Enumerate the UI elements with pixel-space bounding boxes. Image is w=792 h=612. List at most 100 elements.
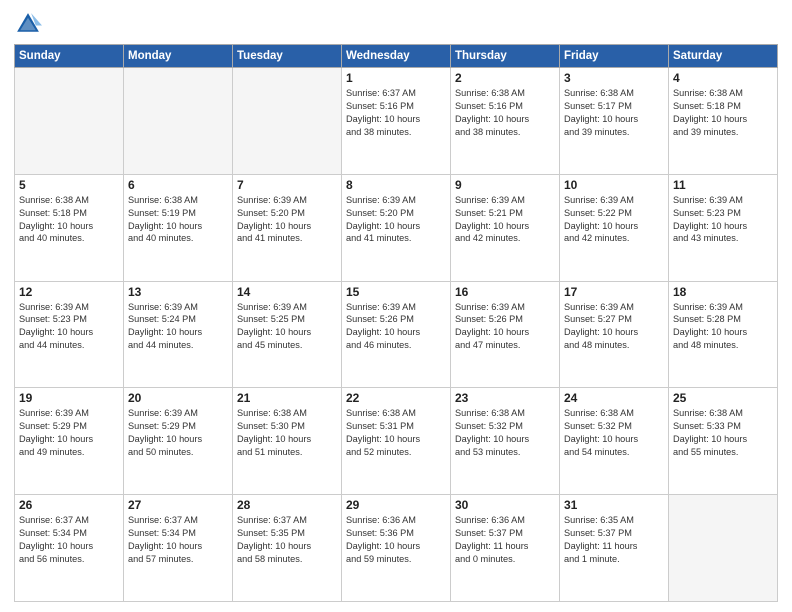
col-header-monday: Monday <box>124 45 233 68</box>
week-row-5: 26 Sunrise: 6:37 AMSunset: 5:34 PMDayligh… <box>15 495 778 602</box>
day-info: Sunrise: 6:37 AMSunset: 5:35 PMDaylight:… <box>237 514 337 566</box>
day-number: 16 <box>455 285 555 299</box>
day-info: Sunrise: 6:38 AMSunset: 5:17 PMDaylight:… <box>564 87 664 139</box>
logo-icon <box>14 10 42 38</box>
calendar: SundayMondayTuesdayWednesdayThursdayFrid… <box>14 44 778 602</box>
day-number: 27 <box>128 498 228 512</box>
calendar-cell: 26 Sunrise: 6:37 AMSunset: 5:34 PMDayligh… <box>15 495 124 602</box>
calendar-cell: 24 Sunrise: 6:38 AMSunset: 5:32 PMDayligh… <box>560 388 669 495</box>
day-number: 22 <box>346 391 446 405</box>
calendar-cell: 21 Sunrise: 6:38 AMSunset: 5:30 PMDayligh… <box>233 388 342 495</box>
day-info: Sunrise: 6:38 AMSunset: 5:32 PMDaylight:… <box>564 407 664 459</box>
day-number: 21 <box>237 391 337 405</box>
calendar-cell: 4 Sunrise: 6:38 AMSunset: 5:18 PMDaylight… <box>669 68 778 175</box>
day-number: 25 <box>673 391 773 405</box>
day-number: 30 <box>455 498 555 512</box>
col-header-sunday: Sunday <box>15 45 124 68</box>
calendar-header-row: SundayMondayTuesdayWednesdayThursdayFrid… <box>15 45 778 68</box>
day-number: 23 <box>455 391 555 405</box>
day-info: Sunrise: 6:37 AMSunset: 5:34 PMDaylight:… <box>128 514 228 566</box>
calendar-cell: 10 Sunrise: 6:39 AMSunset: 5:22 PMDayligh… <box>560 174 669 281</box>
calendar-cell: 11 Sunrise: 6:39 AMSunset: 5:23 PMDayligh… <box>669 174 778 281</box>
page: SundayMondayTuesdayWednesdayThursdayFrid… <box>0 0 792 612</box>
day-number: 26 <box>19 498 119 512</box>
day-number: 8 <box>346 178 446 192</box>
day-info: Sunrise: 6:37 AMSunset: 5:16 PMDaylight:… <box>346 87 446 139</box>
day-info: Sunrise: 6:39 AMSunset: 5:29 PMDaylight:… <box>128 407 228 459</box>
week-row-2: 5 Sunrise: 6:38 AMSunset: 5:18 PMDaylight… <box>15 174 778 281</box>
calendar-cell: 1 Sunrise: 6:37 AMSunset: 5:16 PMDaylight… <box>342 68 451 175</box>
day-number: 6 <box>128 178 228 192</box>
day-info: Sunrise: 6:38 AMSunset: 5:16 PMDaylight:… <box>455 87 555 139</box>
week-row-1: 1 Sunrise: 6:37 AMSunset: 5:16 PMDaylight… <box>15 68 778 175</box>
day-number: 17 <box>564 285 664 299</box>
day-number: 10 <box>564 178 664 192</box>
day-info: Sunrise: 6:39 AMSunset: 5:29 PMDaylight:… <box>19 407 119 459</box>
day-number: 2 <box>455 71 555 85</box>
calendar-cell: 12Sunrise: 6:39 AMSunset: 5:23 PMDayligh… <box>15 281 124 388</box>
day-info: Sunrise: 6:39 AMSunset: 5:26 PMDaylight:… <box>455 301 555 353</box>
day-info: Sunrise: 6:39 AMSunset: 5:21 PMDaylight:… <box>455 194 555 246</box>
calendar-cell: 20 Sunrise: 6:39 AMSunset: 5:29 PMDayligh… <box>124 388 233 495</box>
calendar-cell: 18Sunrise: 6:39 AMSunset: 5:28 PMDayligh… <box>669 281 778 388</box>
calendar-cell: 16 Sunrise: 6:39 AMSunset: 5:26 PMDayligh… <box>451 281 560 388</box>
calendar-cell: 25 Sunrise: 6:38 AMSunset: 5:33 PMDayligh… <box>669 388 778 495</box>
day-info: Sunrise: 6:35 AMSunset: 5:37 PMDaylight:… <box>564 514 664 566</box>
day-info: Sunrise: 6:39 AMSunset: 5:27 PMDaylight:… <box>564 301 664 353</box>
day-info: Sunrise: 6:38 AMSunset: 5:18 PMDaylight:… <box>19 194 119 246</box>
day-info: Sunrise: 6:39 AMSunset: 5:25 PMDaylight:… <box>237 301 337 353</box>
col-header-tuesday: Tuesday <box>233 45 342 68</box>
day-number: 4 <box>673 71 773 85</box>
week-row-4: 19 Sunrise: 6:39 AMSunset: 5:29 PMDayligh… <box>15 388 778 495</box>
calendar-cell: 22 Sunrise: 6:38 AMSunset: 5:31 PMDayligh… <box>342 388 451 495</box>
day-info: Sunrise: 6:38 AMSunset: 5:18 PMDaylight:… <box>673 87 773 139</box>
day-info: Sunrise: 6:39 AMSunset: 5:26 PMDaylight:… <box>346 301 446 353</box>
calendar-cell: 5 Sunrise: 6:38 AMSunset: 5:18 PMDaylight… <box>15 174 124 281</box>
calendar-cell: 14 Sunrise: 6:39 AMSunset: 5:25 PMDayligh… <box>233 281 342 388</box>
col-header-wednesday: Wednesday <box>342 45 451 68</box>
day-number: 9 <box>455 178 555 192</box>
day-info: Sunrise: 6:38 AMSunset: 5:33 PMDaylight:… <box>673 407 773 459</box>
day-number: 13 <box>128 285 228 299</box>
day-info: Sunrise: 6:39 AMSunset: 5:20 PMDaylight:… <box>346 194 446 246</box>
day-number: 24 <box>564 391 664 405</box>
calendar-cell: 17 Sunrise: 6:39 AMSunset: 5:27 PMDayligh… <box>560 281 669 388</box>
day-number: 5 <box>19 178 119 192</box>
day-info: Sunrise: 6:39 AMSunset: 5:22 PMDaylight:… <box>564 194 664 246</box>
day-number: 14 <box>237 285 337 299</box>
day-number: 31 <box>564 498 664 512</box>
logo <box>14 10 44 38</box>
day-info: Sunrise: 6:38 AMSunset: 5:32 PMDaylight:… <box>455 407 555 459</box>
week-row-3: 12Sunrise: 6:39 AMSunset: 5:23 PMDayligh… <box>15 281 778 388</box>
day-info: Sunrise: 6:37 AMSunset: 5:34 PMDaylight:… <box>19 514 119 566</box>
day-number: 1 <box>346 71 446 85</box>
calendar-cell: 9 Sunrise: 6:39 AMSunset: 5:21 PMDaylight… <box>451 174 560 281</box>
day-info: Sunrise: 6:39 AMSunset: 5:28 PMDaylight:… <box>673 301 773 353</box>
calendar-cell <box>669 495 778 602</box>
day-number: 11 <box>673 178 773 192</box>
day-info: Sunrise: 6:39 AMSunset: 5:23 PMDaylight:… <box>673 194 773 246</box>
calendar-cell: 2 Sunrise: 6:38 AMSunset: 5:16 PMDaylight… <box>451 68 560 175</box>
header <box>14 10 778 38</box>
calendar-cell: 6Sunrise: 6:38 AMSunset: 5:19 PMDaylight… <box>124 174 233 281</box>
calendar-cell: 3Sunrise: 6:38 AMSunset: 5:17 PMDaylight… <box>560 68 669 175</box>
day-number: 28 <box>237 498 337 512</box>
day-number: 7 <box>237 178 337 192</box>
day-info: Sunrise: 6:36 AMSunset: 5:37 PMDaylight:… <box>455 514 555 566</box>
day-info: Sunrise: 6:38 AMSunset: 5:31 PMDaylight:… <box>346 407 446 459</box>
calendar-cell: 31 Sunrise: 6:35 AMSunset: 5:37 PMDayligh… <box>560 495 669 602</box>
calendar-cell: 29 Sunrise: 6:36 AMSunset: 5:36 PMDayligh… <box>342 495 451 602</box>
col-header-friday: Friday <box>560 45 669 68</box>
day-number: 29 <box>346 498 446 512</box>
calendar-cell: 30 Sunrise: 6:36 AMSunset: 5:37 PMDayligh… <box>451 495 560 602</box>
day-info: Sunrise: 6:39 AMSunset: 5:24 PMDaylight:… <box>128 301 228 353</box>
day-number: 19 <box>19 391 119 405</box>
col-header-saturday: Saturday <box>669 45 778 68</box>
day-info: Sunrise: 6:36 AMSunset: 5:36 PMDaylight:… <box>346 514 446 566</box>
calendar-cell: 7Sunrise: 6:39 AMSunset: 5:20 PMDaylight… <box>233 174 342 281</box>
day-info: Sunrise: 6:38 AMSunset: 5:30 PMDaylight:… <box>237 407 337 459</box>
calendar-cell: 8 Sunrise: 6:39 AMSunset: 5:20 PMDaylight… <box>342 174 451 281</box>
day-number: 15 <box>346 285 446 299</box>
day-info: Sunrise: 6:39 AMSunset: 5:23 PMDaylight:… <box>19 301 119 353</box>
day-number: 20 <box>128 391 228 405</box>
